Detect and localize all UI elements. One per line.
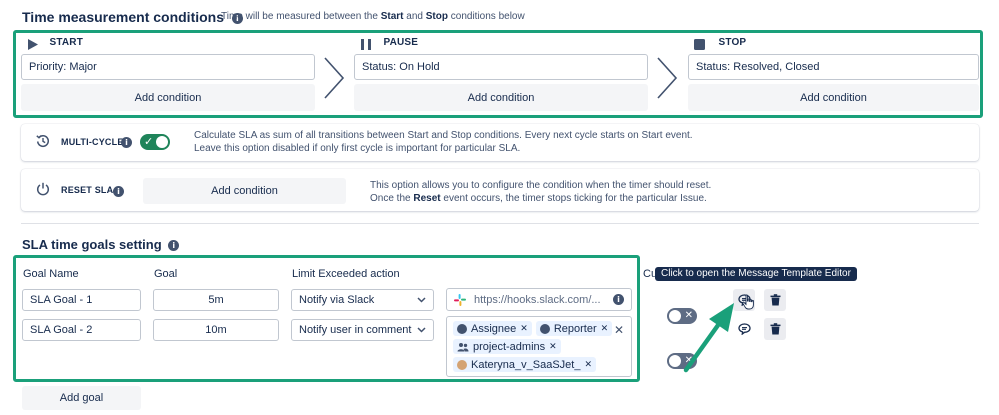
reset-sla-label: RESET SLA bbox=[61, 185, 114, 195]
reset-sla-description: This option allows you to configure the … bbox=[370, 180, 712, 204]
time-conditions-title: Time measurement conditions i bbox=[22, 9, 243, 25]
chevron-right-icon bbox=[657, 57, 678, 99]
stop-label: STOP bbox=[718, 37, 747, 48]
avatar bbox=[457, 359, 467, 370]
chevron-right-icon bbox=[324, 57, 345, 99]
info-icon[interactable]: i bbox=[121, 137, 132, 148]
delete-goal-button[interactable] bbox=[764, 289, 786, 311]
remove-chip-icon[interactable]: ✕ bbox=[549, 342, 557, 352]
user-chip-reporter[interactable]: Reporter ✕ bbox=[535, 321, 613, 336]
stop-icon bbox=[694, 39, 705, 50]
pause-label: PAUSE bbox=[383, 37, 419, 48]
user-picker-input[interactable]: Assignee ✕ Reporter ✕ project-admins ✕ Kate… bbox=[446, 316, 632, 377]
clear-all-icon[interactable]: ✕ bbox=[614, 323, 624, 337]
goals-title: SLA time goals setting i bbox=[22, 237, 180, 252]
user-icon bbox=[457, 323, 467, 334]
multi-cycle-description: Calculate SLA as sum of all transitions … bbox=[194, 130, 693, 154]
remove-chip-icon[interactable]: ✕ bbox=[520, 324, 528, 334]
chevron-down-icon bbox=[417, 327, 426, 333]
info-icon[interactable]: i bbox=[168, 240, 180, 252]
pause-icon bbox=[361, 39, 371, 50]
info-icon[interactable]: i bbox=[113, 186, 124, 197]
user-chip-assignee[interactable]: Assignee ✕ bbox=[453, 321, 532, 336]
reset-sla-add-condition-button[interactable]: Add condition bbox=[143, 178, 346, 204]
trash-icon bbox=[770, 294, 780, 306]
section-divider bbox=[21, 223, 979, 224]
action-select[interactable]: Notify via Slack bbox=[291, 289, 434, 311]
delete-goal-button[interactable] bbox=[764, 318, 786, 340]
group-chip-project-admins[interactable]: project-admins ✕ bbox=[453, 339, 561, 354]
goal-name-input[interactable]: SLA Goal - 1 bbox=[22, 289, 141, 311]
play-icon bbox=[28, 39, 38, 50]
multi-cycle-toggle[interactable]: ✓ bbox=[140, 134, 170, 150]
trash-icon bbox=[770, 323, 780, 335]
remove-chip-icon[interactable]: ✕ bbox=[601, 324, 609, 334]
pause-add-condition-button[interactable]: Add condition bbox=[354, 84, 648, 111]
goal-name-input[interactable]: SLA Goal - 2 bbox=[22, 319, 141, 341]
power-icon bbox=[36, 182, 50, 196]
group-icon bbox=[457, 342, 469, 351]
goal-time-input[interactable]: 10m bbox=[153, 319, 279, 341]
history-icon bbox=[36, 135, 50, 148]
goal-time-input[interactable]: 5m bbox=[153, 289, 279, 311]
annotation-arrow-icon bbox=[683, 303, 734, 373]
action-header: Limit Exceeded action bbox=[292, 268, 400, 280]
user-chip-kateryna[interactable]: Kateryna_v_SaaSJet_ ✕ bbox=[453, 357, 597, 372]
goal-name-header: Goal Name bbox=[23, 268, 79, 280]
action-select[interactable]: Notify user in comment bbox=[291, 319, 434, 341]
start-condition-field[interactable]: Priority: Major bbox=[21, 54, 315, 80]
remove-chip-icon[interactable]: ✕ bbox=[584, 360, 592, 370]
check-icon: ✓ bbox=[144, 135, 154, 148]
chevron-down-icon bbox=[417, 297, 426, 303]
pause-condition-field[interactable]: Status: On Hold bbox=[354, 54, 648, 80]
start-label: START bbox=[49, 37, 84, 48]
stop-column-header: STOP bbox=[694, 37, 746, 55]
slack-icon bbox=[454, 293, 466, 306]
stop-add-condition-button[interactable]: Add condition bbox=[688, 84, 979, 111]
stop-condition-field[interactable]: Status: Resolved, Closed bbox=[688, 54, 979, 80]
time-conditions-title-text: Time measurement conditions bbox=[22, 9, 225, 25]
start-add-condition-button[interactable]: Add condition bbox=[21, 84, 315, 111]
message-template-tooltip: Click to open the Message Template Edito… bbox=[655, 267, 857, 281]
time-conditions-hint: Time will be measured between the Start … bbox=[221, 11, 525, 22]
multi-cycle-label: MULTI-CYCLE bbox=[61, 137, 124, 147]
add-goal-button[interactable]: Add goal bbox=[22, 386, 141, 410]
cursor-hand-icon bbox=[742, 294, 754, 310]
info-icon[interactable]: i bbox=[613, 294, 624, 305]
slack-webhook-input[interactable]: https://hooks.slack.com/... i bbox=[446, 288, 632, 311]
user-icon bbox=[539, 323, 550, 334]
goal-header: Goal bbox=[154, 268, 178, 280]
start-column-header: START bbox=[28, 37, 83, 55]
pause-column-header: PAUSE bbox=[361, 37, 418, 55]
